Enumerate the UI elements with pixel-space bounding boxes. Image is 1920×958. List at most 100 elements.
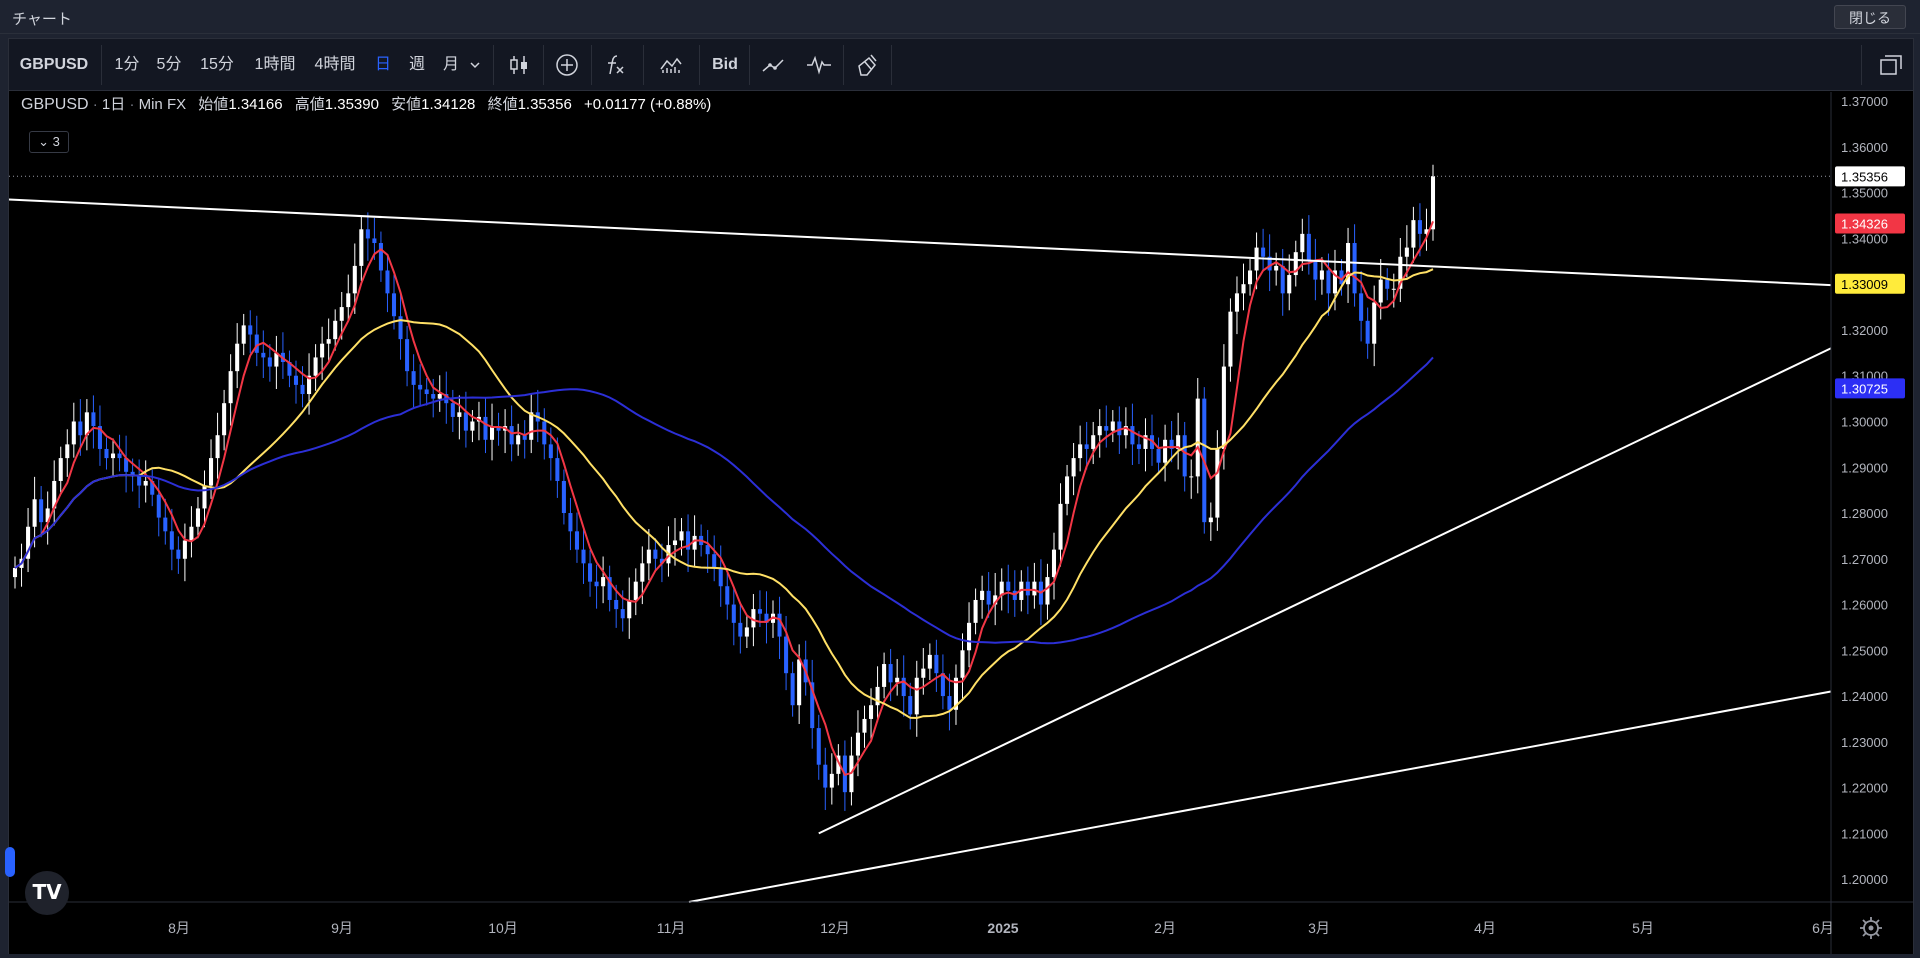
candle-body (359, 229, 364, 266)
settings-gear-icon[interactable] (1860, 917, 1882, 939)
candle-body (1195, 398, 1200, 477)
price-chart[interactable]: 1.370001.360001.350001.340001.330001.320… (8, 92, 1913, 954)
high-label: 高値 (294, 96, 325, 113)
price-tag: 1.34326 (1835, 213, 1905, 234)
drawing-toolbar-handle[interactable] (5, 847, 15, 877)
candle-body (653, 549, 658, 559)
chart-area[interactable]: 1.370001.360001.350001.340001.330001.320… (8, 92, 1913, 954)
tradingview-logo-icon[interactable]: 𝗧𝗩 (25, 871, 69, 915)
add-indicator-icon[interactable] (553, 51, 581, 79)
candle-body (614, 599, 619, 610)
layout-windows-icon[interactable] (1877, 51, 1905, 79)
candle (568, 497, 573, 551)
candle (777, 596, 782, 659)
candle-body (1365, 320, 1370, 344)
candle-body (202, 485, 207, 509)
candle (1065, 464, 1070, 516)
candle-body (509, 426, 514, 445)
price-source-button[interactable]: Bid (707, 39, 743, 91)
candle (503, 409, 508, 454)
time-tick-label: 6月 (1812, 920, 1834, 936)
candle-body (450, 403, 455, 417)
candle (810, 659, 815, 749)
candles-icon[interactable] (505, 51, 533, 79)
interval-5m-button[interactable]: 5分 (151, 39, 187, 91)
candle-body (1130, 426, 1135, 445)
candle (84, 399, 89, 451)
candle-body (1372, 302, 1377, 344)
interval-15m-button[interactable]: 15分 (195, 39, 239, 91)
candle (359, 216, 364, 281)
candle-body (594, 581, 599, 587)
resistance-trend-line (8, 198, 1832, 287)
candle-body (555, 458, 560, 481)
price-tick-label: 1.36000 (1841, 140, 1888, 155)
candle-body (967, 622, 972, 651)
time-axis-labels: 8月 9月 10月 11月 12月 2025 2月 3月 4月 5月 6月 (168, 920, 1834, 936)
candle-body (176, 549, 181, 559)
candle-body (757, 609, 762, 614)
candle-body (1300, 233, 1305, 253)
interval-4h-button[interactable]: 4時間 (307, 39, 363, 91)
candle-body (1104, 426, 1109, 431)
candle-body (934, 654, 939, 674)
candle (1346, 227, 1351, 303)
candle (1306, 215, 1311, 275)
candle (248, 310, 253, 354)
candle (862, 705, 867, 748)
candle (274, 335, 279, 389)
candle-body (855, 732, 860, 756)
oscillator-icon[interactable] (805, 51, 833, 79)
window-title: チャート (12, 11, 72, 28)
candle-body (731, 604, 736, 623)
indicators-collapse-button[interactable]: ⌄ 3 (29, 131, 69, 153)
candle (1182, 421, 1187, 492)
candle (97, 405, 102, 466)
function-icon[interactable] (601, 51, 629, 79)
candle (738, 602, 743, 654)
candle-body (581, 549, 586, 564)
trend-line-icon[interactable] (759, 51, 787, 79)
candle-body (862, 718, 867, 733)
candle (1058, 483, 1063, 567)
candle (222, 389, 227, 451)
interval-1h-button[interactable]: 1時間 (247, 39, 303, 91)
candle-body (888, 664, 893, 683)
candle-body (391, 293, 397, 317)
price-tag: 1.33009 (1835, 273, 1905, 294)
legend-symbol[interactable]: GBPUSD (21, 96, 89, 113)
brush-icon[interactable] (853, 51, 881, 79)
candle (261, 330, 266, 379)
interval-week-button[interactable]: 週 (403, 39, 431, 91)
candle (1267, 234, 1272, 292)
candle (718, 545, 723, 607)
interval-1m-button[interactable]: 1分 (109, 39, 145, 91)
chevron-down-icon[interactable] (467, 57, 483, 73)
candle-body (712, 554, 717, 568)
price-tag: 1.35356 (1835, 166, 1905, 187)
candle-body (293, 375, 299, 385)
candle-body (385, 270, 390, 294)
interval-month-button[interactable]: 月 (437, 39, 465, 91)
candle (1241, 263, 1246, 311)
candle (522, 420, 527, 459)
price-tick-label: 1.23000 (1841, 735, 1888, 750)
candle-body (372, 238, 377, 244)
symbol-search-button[interactable]: GBPUSD (19, 39, 89, 91)
candle (1372, 285, 1377, 367)
interval-day-button[interactable]: 日 (371, 39, 395, 91)
candle-body (1352, 243, 1357, 294)
chart-frame: GBPUSD 1分 5分 15分 1時間 4時間 日 週 月 Bid 1.370… (5, 38, 1914, 954)
candle-body (1385, 279, 1390, 289)
candle (496, 412, 501, 446)
close-button[interactable]: 閉じる (1834, 5, 1906, 29)
price-tick-label: 1.37000 (1841, 94, 1888, 109)
candle (999, 568, 1004, 611)
price-tick-label: 1.30000 (1841, 414, 1888, 429)
indicators-icon[interactable] (657, 51, 685, 79)
candle (1110, 410, 1115, 443)
candle (405, 325, 410, 387)
candle-body (529, 412, 534, 440)
candle (646, 529, 651, 581)
candle (829, 753, 834, 805)
